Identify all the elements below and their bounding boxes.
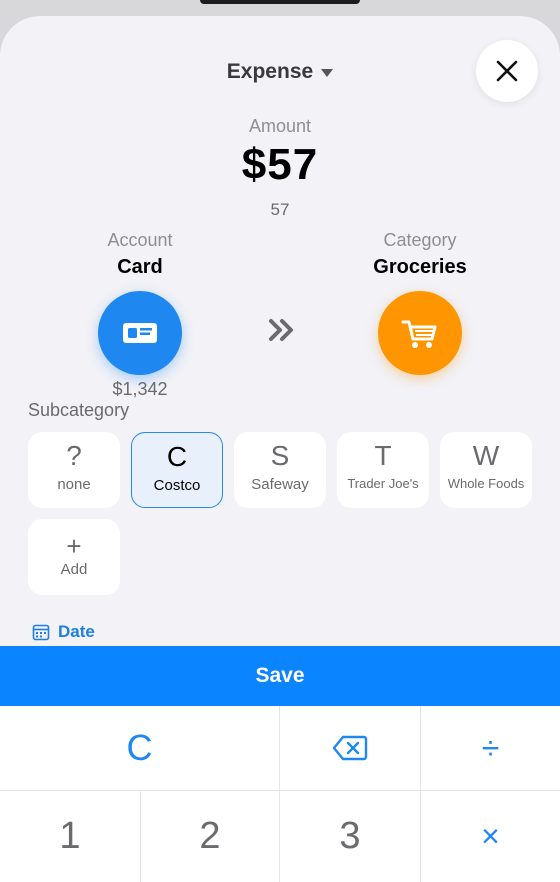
subcategory-tile-name: none <box>57 476 91 493</box>
category-name: Groceries <box>373 256 467 278</box>
double-chevron-right-icon <box>269 319 293 341</box>
key-3-label: 3 <box>339 815 361 857</box>
shopping-cart-icon <box>401 320 437 348</box>
add-transaction-sheet: Expense Amount $57 57 Account Card $1,34… <box>0 16 560 882</box>
subcategory-tile-letter: C <box>166 441 188 472</box>
multiply-key-label: × <box>481 818 500 854</box>
close-button[interactable] <box>476 40 538 102</box>
backspace-icon <box>332 735 368 761</box>
key-2-label: 2 <box>199 815 221 857</box>
key-3[interactable]: 3 <box>280 791 420 882</box>
account-balance: $1,342 <box>112 379 168 399</box>
date-label: Date <box>58 622 95 641</box>
subcategory-tile-name: Costco <box>153 477 201 494</box>
subcategory-tile-costco[interactable]: C Costco <box>131 432 223 508</box>
backspace-key[interactable] <box>280 706 420 790</box>
add-subcategory-label: Add <box>60 561 88 578</box>
account-selector[interactable]: Account Card $1,342 <box>40 230 240 400</box>
add-subcategory-button[interactable]: + Add <box>28 519 120 595</box>
subcategory-tile-trader-joes[interactable]: T Trader Joe's <box>337 432 429 508</box>
subcategory-title: Subcategory <box>28 400 130 420</box>
close-icon <box>496 60 518 82</box>
category-selector[interactable]: Category Groceries <box>320 230 520 375</box>
save-button[interactable]: Save <box>0 646 560 706</box>
account-avatar[interactable] <box>98 291 182 375</box>
amount-expression: 57 <box>270 200 290 219</box>
amount-value[interactable]: $57 <box>0 140 560 190</box>
amount-label: Amount <box>248 116 312 136</box>
multiply-key[interactable]: × <box>421 791 560 882</box>
transaction-type-label: Expense <box>226 60 314 83</box>
category-label: Category <box>383 230 457 250</box>
calendar-icon <box>32 624 50 641</box>
divide-key-label: ÷ <box>481 729 500 766</box>
subcategory-tile-safeway[interactable]: S Safeway <box>234 432 326 508</box>
subcategory-tile-letter: T <box>374 440 392 471</box>
account-label: Account <box>107 230 173 250</box>
card-icon <box>123 323 157 343</box>
chevron-down-icon <box>321 69 334 77</box>
subcategory-tile-name: Trader Joe's <box>347 476 419 491</box>
subcategory-tile-letter: S <box>270 440 290 471</box>
key-1-label: 1 <box>59 815 81 857</box>
key-2[interactable]: 2 <box>141 791 279 882</box>
clear-key-label: C <box>126 727 153 768</box>
account-name: Card <box>117 256 163 278</box>
date-button[interactable]: Date <box>32 622 95 642</box>
subcategory-tile-letter: W <box>472 440 500 471</box>
subcategory-tile-name: Safeway <box>251 476 309 493</box>
key-1[interactable]: 1 <box>0 791 140 882</box>
subcategory-tile-none[interactable]: ? none <box>28 432 120 508</box>
device-notch <box>200 0 360 4</box>
category-avatar[interactable] <box>378 291 462 375</box>
calculator-keypad: C ÷ 1 2 3 × <box>0 706 560 882</box>
subcategory-tile-letter: ? <box>66 440 82 471</box>
subcategory-tile-name: Whole Foods <box>447 476 525 491</box>
divide-key[interactable]: ÷ <box>421 706 560 790</box>
subcategory-tile-whole-foods[interactable]: W Whole Foods <box>440 432 532 508</box>
clear-key[interactable]: C <box>0 706 279 790</box>
plus-icon: + <box>66 531 82 561</box>
